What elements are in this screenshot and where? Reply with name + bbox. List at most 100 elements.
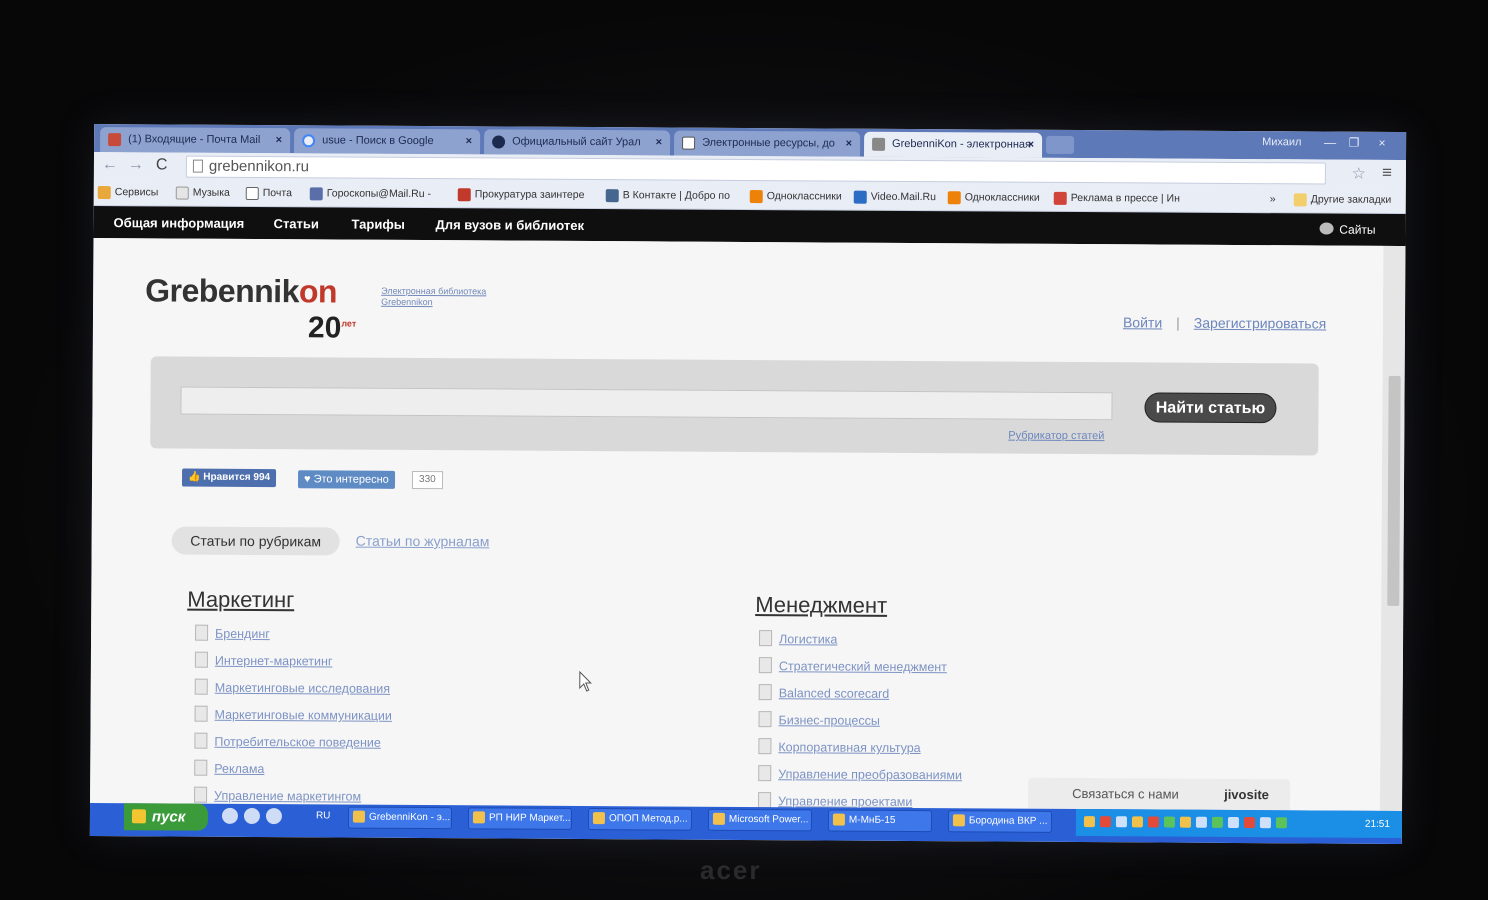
browser-tab-google[interactable]: usue - Поиск в Google × xyxy=(294,128,481,155)
tray-icon[interactable] xyxy=(1259,817,1271,829)
quicklaunch-icon[interactable] xyxy=(265,808,283,825)
word-icon xyxy=(472,811,485,824)
close-window-icon[interactable]: × xyxy=(1370,134,1394,152)
taskbar-clock[interactable]: 21:51 xyxy=(1365,819,1390,830)
tray-icon[interactable] xyxy=(1227,816,1239,829)
bookmark-services[interactable]: Сервисы xyxy=(97,186,158,200)
list-item[interactable]: Брендинг xyxy=(191,624,393,655)
tab-by-rubrics[interactable]: Статьи по рубрикам xyxy=(171,526,340,556)
contact-us-label: Связаться с нами xyxy=(1072,785,1179,802)
bookmark-vk[interactable]: В Контакте | Добро по xyxy=(605,189,730,203)
laptop-screen: (1) Входящие - Почта Mail × usue - Поиск… xyxy=(89,123,1407,845)
list-item[interactable]: Маркетинговые коммуникации xyxy=(190,705,392,736)
list-item[interactable]: Корпоративная культура xyxy=(754,738,962,768)
sites-menu[interactable]: Сайты xyxy=(1319,222,1376,237)
bookmark-odnoklassniki-2[interactable]: Одноклассники xyxy=(947,191,1040,205)
bookmark-prosecutor[interactable]: Прокуратура заинтере xyxy=(457,188,585,202)
list-item[interactable]: Стратегический менеджмент xyxy=(755,657,963,687)
rubricator-link[interactable]: Рубрикатор статей xyxy=(1008,430,1104,443)
bookmark-music[interactable]: Музыка xyxy=(175,186,230,200)
close-icon[interactable]: × xyxy=(466,129,473,154)
tab-by-journals[interactable]: Статьи по журналам xyxy=(356,533,490,550)
minimize-icon[interactable]: — xyxy=(1318,133,1342,151)
tray-icon[interactable] xyxy=(1083,816,1095,828)
tray-icon[interactable] xyxy=(1243,817,1255,829)
nav-tariffs[interactable]: Тарифы xyxy=(352,217,405,232)
taskbar-item[interactable]: Бородина ВКР ... xyxy=(947,810,1053,833)
new-tab-button[interactable] xyxy=(1046,135,1075,154)
marketing-list: Брендинг Интернет-маркетинг Маркетинговы… xyxy=(190,624,393,817)
quicklaunch-icon[interactable] xyxy=(221,807,239,824)
scrollbar-thumb[interactable] xyxy=(1387,375,1401,606)
taskbar-item[interactable]: М-МнБ-15 xyxy=(827,809,933,833)
browser-tab-mail[interactable]: (1) Входящие - Почта Mail × xyxy=(100,127,291,154)
forward-arrow-icon[interactable]: → xyxy=(128,156,144,174)
browser-tab-grebennikon[interactable]: GrebenniKon - электронная × xyxy=(864,131,1043,158)
tray-icon[interactable] xyxy=(1211,816,1223,828)
bookmark-other[interactable]: Другие закладки xyxy=(1293,193,1391,207)
bookmark-odnoklassniki[interactable]: Одноклассники xyxy=(749,190,842,204)
tray-icon[interactable] xyxy=(1147,816,1159,828)
facebook-like-button[interactable]: 👍 Нравится 994 xyxy=(181,468,277,488)
list-item[interactable]: Реклама xyxy=(190,759,392,790)
logo-subtitle-link[interactable]: Электронная библиотека Grebennikon xyxy=(381,286,521,309)
tray-icon[interactable] xyxy=(1131,816,1143,828)
tray-icon[interactable] xyxy=(1163,816,1175,828)
management-heading[interactable]: Менеджмент xyxy=(755,592,887,619)
marketing-heading[interactable]: Маркетинг xyxy=(187,587,294,614)
taskbar-item[interactable]: GrebenniKon - э... xyxy=(347,806,453,830)
back-arrow-icon[interactable]: ← xyxy=(102,156,118,174)
search-input[interactable] xyxy=(180,386,1113,421)
interesting-button[interactable]: ♥ Это интересно xyxy=(297,470,395,489)
nav-universities-libraries[interactable]: Для вузов и библиотек xyxy=(436,217,585,233)
bookmark-video-mail[interactable]: Video.Mail.Ru xyxy=(853,190,936,204)
close-icon[interactable]: × xyxy=(1028,133,1035,158)
list-item[interactable]: Balanced scorecard xyxy=(755,684,963,714)
browser-tab-usue[interactable]: Официальный сайт Урал × xyxy=(484,129,671,156)
quicklaunch-icon[interactable] xyxy=(243,807,261,825)
close-icon[interactable]: × xyxy=(276,128,283,153)
tab-label: usue - Поиск в Google xyxy=(322,134,434,148)
bookmark-mail[interactable]: Почта xyxy=(245,186,292,201)
reload-icon[interactable]: C xyxy=(156,156,168,174)
browser-tab-resources[interactable]: Электронные ресурсы, до × xyxy=(674,130,861,157)
taskbar-item[interactable]: РП НИР Маркет... xyxy=(467,807,573,830)
tray-icon[interactable] xyxy=(1115,816,1127,828)
list-item[interactable]: Интернет-маркетинг xyxy=(191,651,393,682)
bookmark-horoscope[interactable]: Гороскопы@Mail.Ru - xyxy=(309,187,431,201)
bookmark-press-ads[interactable]: Реклама в прессе | Ин xyxy=(1053,191,1180,205)
list-item[interactable]: Потребительское поведение xyxy=(190,732,392,763)
register-link[interactable]: Зарегистрироваться xyxy=(1194,315,1326,332)
tray-icon[interactable] xyxy=(1179,816,1191,828)
address-bar[interactable]: grebennikon.ru xyxy=(185,155,1326,185)
nav-articles[interactable]: Статьи xyxy=(274,216,319,231)
menu-icon[interactable]: ≡ xyxy=(1382,163,1392,183)
document-icon xyxy=(194,786,208,803)
list-item[interactable]: Логистика xyxy=(755,630,963,660)
start-button[interactable]: пуск xyxy=(123,803,209,831)
list-item[interactable]: Бизнес-процессы xyxy=(754,711,962,741)
tray-icon[interactable] xyxy=(1195,816,1207,828)
google-icon xyxy=(302,134,316,148)
page-scrollbar[interactable] xyxy=(1380,245,1406,812)
tray-icon[interactable] xyxy=(1275,817,1287,829)
tray-icon[interactable] xyxy=(1099,816,1111,828)
list-item[interactable]: Маркетинговые исследования xyxy=(191,678,393,709)
close-icon[interactable]: × xyxy=(656,130,663,155)
close-icon[interactable]: × xyxy=(846,132,853,157)
list-item[interactable]: Управление преобразованиями xyxy=(754,765,962,795)
window-user-name[interactable]: Михаил xyxy=(1262,136,1301,148)
taskbar-item[interactable]: ОПОП Метод.р... xyxy=(587,808,693,831)
more-bookmarks-chevron-icon[interactable]: » xyxy=(1270,193,1276,205)
nav-general-info[interactable]: Общая информация xyxy=(114,215,245,231)
restore-icon[interactable]: ❐ xyxy=(1342,134,1366,152)
site-logo[interactable]: Grebennikon xyxy=(145,272,337,310)
powerpoint-icon xyxy=(712,812,725,825)
taskbar-item[interactable]: Microsoft Power... xyxy=(707,808,813,832)
bookmark-star-icon[interactable]: ☆ xyxy=(1352,164,1366,184)
login-link[interactable]: Войти xyxy=(1123,314,1162,330)
language-indicator[interactable]: RU xyxy=(316,810,331,821)
find-article-button[interactable]: Найти статью xyxy=(1144,392,1277,424)
jivosite-chat-widget[interactable]: Связаться с нами jivosite xyxy=(1028,777,1291,811)
photo-background: acer (1) Входящие - Почта Mail × usue - … xyxy=(0,0,1488,900)
